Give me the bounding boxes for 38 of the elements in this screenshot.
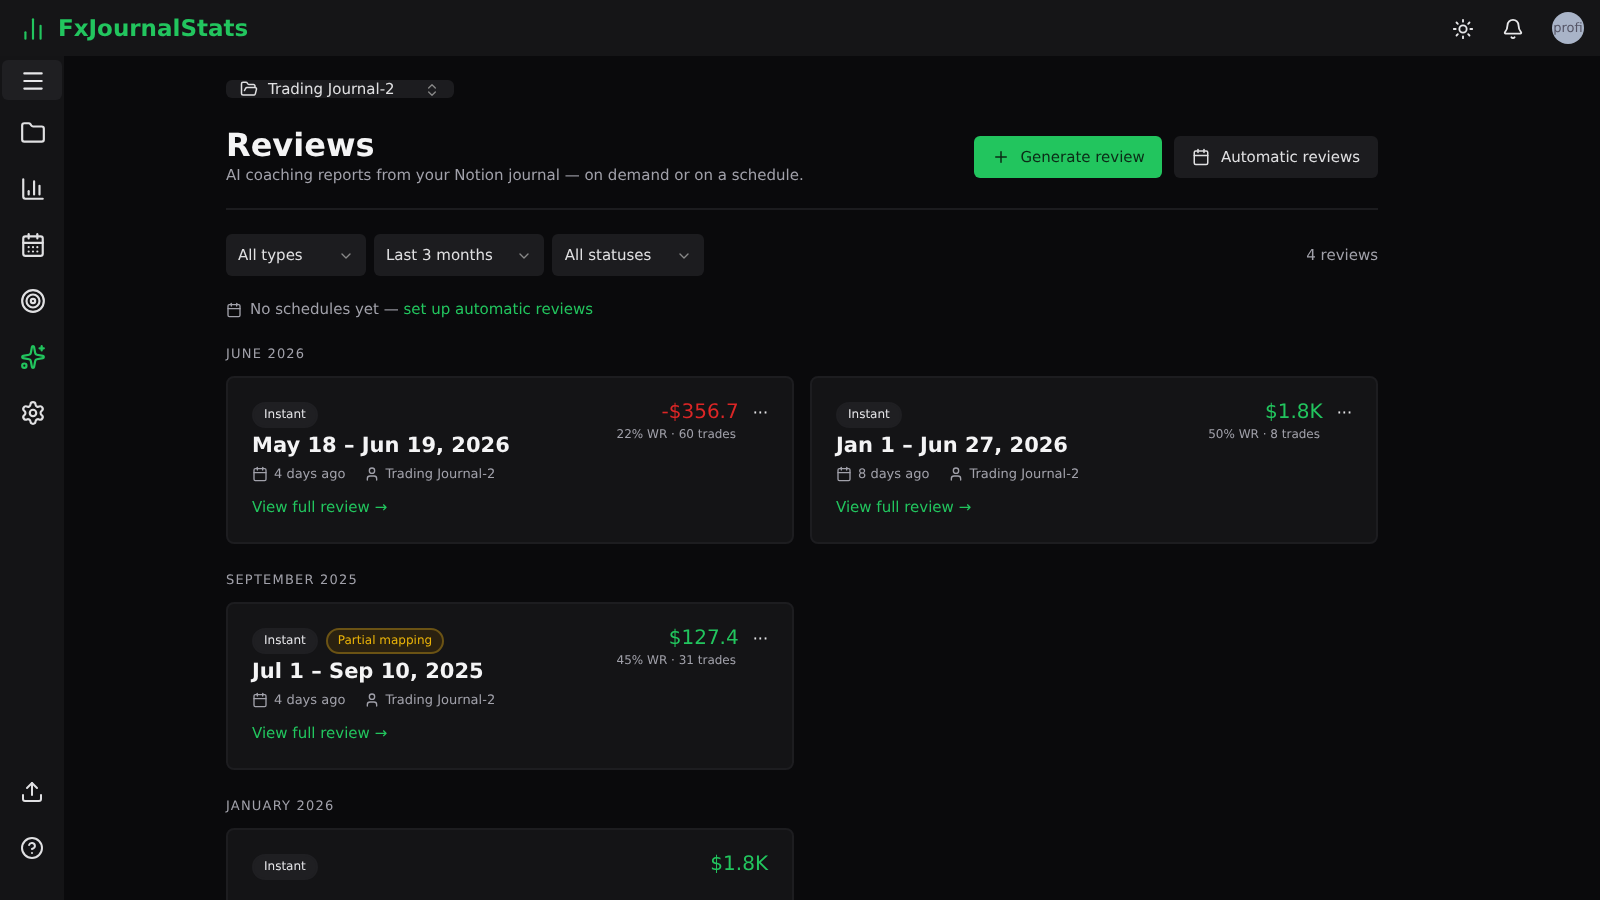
pnl-amount: -$356.7 (661, 402, 739, 424)
sun-icon (1452, 17, 1474, 39)
chevrons-icon (424, 81, 441, 97)
more-button[interactable]: ··· (1336, 405, 1352, 421)
folder-icon (240, 80, 258, 98)
notifications-button[interactable] (1502, 17, 1524, 39)
user-icon (947, 466, 964, 482)
target-icon (19, 287, 45, 313)
bar-chart-icon (19, 175, 45, 201)
help-icon (20, 836, 44, 860)
calendar-icon (226, 301, 242, 317)
settings-icon (19, 399, 45, 425)
menu-icon (19, 67, 45, 93)
pnl-amount: $1.8K (710, 854, 768, 876)
calendar-icon (836, 466, 852, 482)
plus-icon (992, 148, 1011, 166)
user-icon (363, 466, 380, 482)
more-button[interactable]: ··· (752, 631, 768, 647)
calendar-icon (252, 466, 268, 482)
bell-icon (1502, 17, 1524, 39)
folder-icon (19, 119, 45, 145)
user-icon (363, 692, 380, 708)
page-title: Reviews (226, 126, 377, 164)
app-name: FxJournalStats (58, 14, 249, 42)
upload-icon (20, 780, 44, 804)
more-button[interactable]: ··· (752, 405, 768, 421)
logo-icon (20, 15, 46, 41)
menu-button[interactable] (2, 60, 62, 100)
sparkle-icon (19, 343, 45, 369)
review-title: Jul 1 – Sep 10, 2025 (252, 660, 484, 684)
calendar-icon (252, 692, 268, 708)
theme-toggle-button[interactable] (1452, 17, 1474, 39)
pnl-amount: $1.8K (1265, 402, 1323, 424)
review-title: Jan 1 – Jun 27, 2026 (836, 434, 1068, 458)
calendar-icon (1192, 148, 1211, 166)
pnl-amount: $127.4 (668, 628, 739, 650)
review-title: May 18 – Jun 19, 2026 (252, 434, 510, 458)
calendar-icon (19, 231, 45, 257)
